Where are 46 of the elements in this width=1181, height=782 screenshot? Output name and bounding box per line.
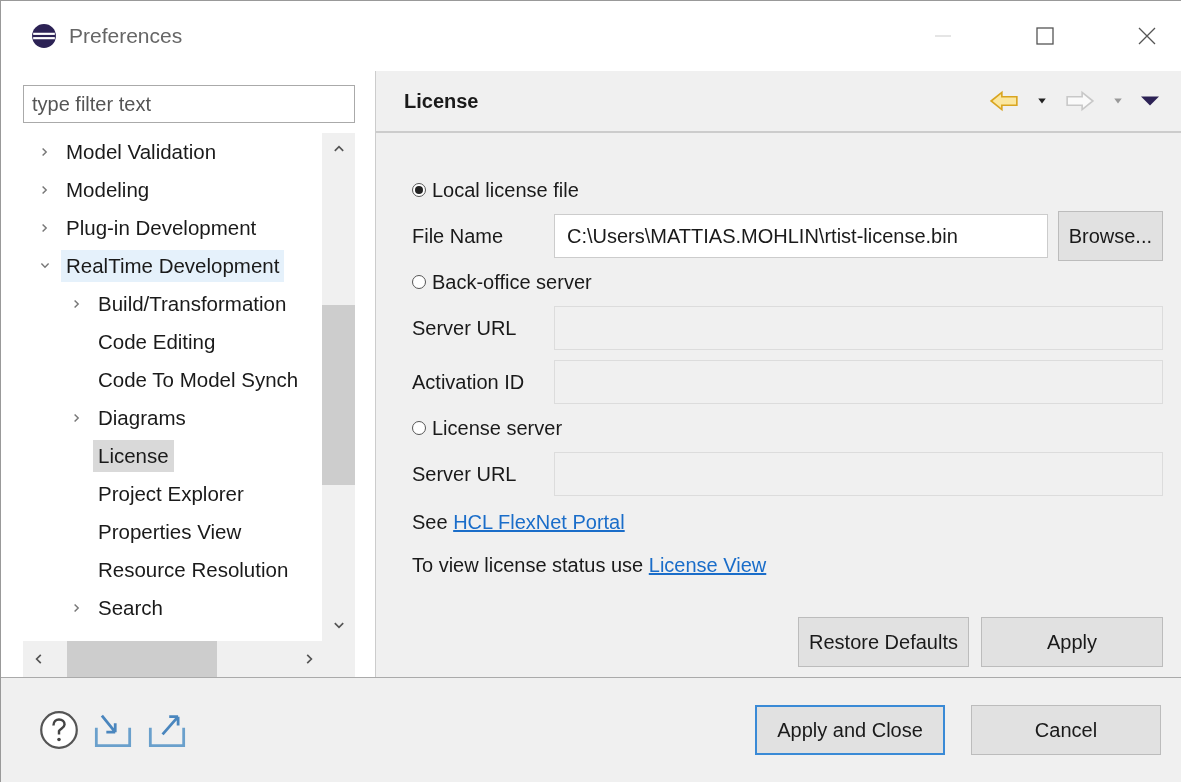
tree-item[interactable]: Search xyxy=(93,592,168,624)
filter-field[interactable]: type filter text xyxy=(23,85,355,123)
app-logo-icon xyxy=(31,23,57,49)
close-icon[interactable] xyxy=(1137,26,1157,46)
tree-item[interactable]: Code Editing xyxy=(93,326,221,358)
radio-label[interactable]: Back-office server xyxy=(432,270,592,294)
scroll-thumb[interactable] xyxy=(322,305,355,485)
radio-label[interactable]: Local license file xyxy=(432,178,579,202)
window-title: Preferences xyxy=(69,24,183,48)
horizontal-scrollbar[interactable] xyxy=(23,641,355,677)
page-title: License xyxy=(404,89,479,113)
input-field[interactable]: C:\Users\MATTIAS.MOHLIN\rtist-license.bin xyxy=(554,214,1048,258)
field-label: Activation ID xyxy=(412,370,526,394)
field-label: File Name xyxy=(412,224,505,248)
info-text: See HCL FlexNet Portal xyxy=(412,511,626,534)
radio-button[interactable] xyxy=(412,183,426,197)
apply-and-close-button[interactable]: Apply and Close xyxy=(755,705,945,755)
tree-item[interactable]: Project Explorer xyxy=(93,478,249,510)
tree-item[interactable]: Build/Transformation xyxy=(93,288,292,320)
tree-item[interactable]: Model Validation xyxy=(61,136,222,168)
browse-button[interactable]: Browse... xyxy=(1057,211,1163,261)
dropdown-icon[interactable] xyxy=(1037,96,1047,106)
view-menu-icon[interactable] xyxy=(1141,95,1159,107)
link[interactable]: HCL FlexNet Portal xyxy=(453,511,625,533)
radio-button[interactable] xyxy=(412,275,426,289)
cancel-button[interactable]: Cancel xyxy=(971,705,1161,755)
tree-item[interactable]: Resource Resolution xyxy=(93,554,294,586)
tree-item[interactable]: License xyxy=(93,440,174,472)
help-icon[interactable] xyxy=(39,710,79,750)
tree-item[interactable]: Diagrams xyxy=(93,402,191,434)
radio-button[interactable] xyxy=(412,421,426,435)
tree-item[interactable]: Code To Model Synch xyxy=(93,364,304,396)
apply-button[interactable]: Apply xyxy=(981,617,1163,667)
tree-item[interactable]: Modeling xyxy=(61,174,155,206)
link[interactable]: License View xyxy=(648,554,767,576)
tree-item[interactable]: Properties View xyxy=(93,516,247,548)
info-text: To view license status use License View xyxy=(412,554,768,577)
field-label: Server URL xyxy=(412,462,518,486)
radio-label[interactable]: License server xyxy=(432,416,563,440)
scroll-thumb[interactable] xyxy=(67,641,217,677)
tree-item[interactable]: Plug-in Development xyxy=(61,212,262,244)
maximize-icon[interactable] xyxy=(1035,26,1055,46)
field-label: Server URL xyxy=(412,316,518,340)
tree-item[interactable]: RealTime Development xyxy=(61,250,285,282)
restore-defaults-button[interactable]: Restore Defaults xyxy=(798,617,969,667)
vertical-scrollbar[interactable] xyxy=(322,133,355,641)
